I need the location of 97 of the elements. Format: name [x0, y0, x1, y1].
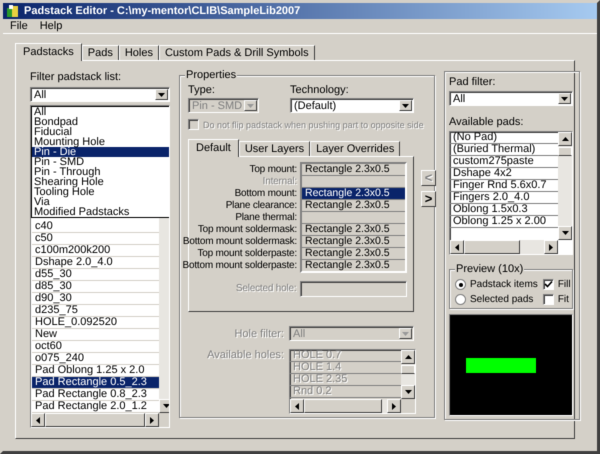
tab[interactable]: User Layers [238, 141, 310, 156]
layer-cell[interactable]: Rectangle 2.3x0.5 [302, 236, 405, 248]
layer-cell[interactable]: Rectangle 2.3x0.5 [302, 248, 405, 260]
caret-down-icon [561, 96, 568, 100]
dropdown-option[interactable]: All [32, 107, 169, 117]
list-item[interactable]: HOLE_0.092520 [32, 317, 159, 329]
scroll-left-icon [295, 402, 299, 410]
tab[interactable]: Holes [118, 45, 159, 60]
radio-label: Padstack items [470, 279, 538, 290]
filter-dropdown[interactable]: All [30, 87, 170, 102]
dropdown-option[interactable]: Tooling Hole [32, 187, 169, 197]
scroll-up-icon [562, 137, 568, 141]
scroll-left-icon [455, 244, 459, 250]
menu-item[interactable]: File [9, 20, 29, 32]
layer-label: Top mount soldermask: [198, 224, 297, 236]
radio-button[interactable] [455, 294, 466, 305]
scrollbar[interactable] [450, 240, 558, 254]
scroll-down-icon [562, 231, 568, 235]
list-item[interactable]: c50 [32, 233, 159, 245]
list-item[interactable]: Dshape 2.0_4.0 [32, 257, 159, 269]
layer-label: Bottom mount soldermask: [182, 236, 297, 248]
dropdown-option[interactable]: Via [32, 197, 169, 207]
hole-filter-label: Hole filter: [233, 328, 284, 340]
list-item[interactable]: c40 [32, 221, 159, 233]
list-item[interactable]: d55_30 [32, 269, 159, 281]
list-item[interactable]: c100m200k200 [32, 245, 159, 257]
checkbox-label: Fill [558, 279, 571, 290]
list-item[interactable]: o075_240 [32, 353, 159, 365]
pad-shape [466, 358, 536, 372]
technology-dropdown[interactable]: (Default) [290, 98, 414, 113]
group-title: Properties [185, 69, 238, 82]
check-icon [544, 280, 553, 289]
pad-filter-dropdown[interactable]: All [449, 91, 573, 106]
layer-cell[interactable]: Rectangle 2.3x0.5 [302, 200, 405, 212]
menu-item[interactable]: Help [38, 20, 64, 32]
window-title: Padstack Editor - C:\my-mentor\CLIB\SampleLib2007 [24, 4, 300, 17]
dropdown-option[interactable]: Pin - Die [32, 147, 169, 157]
list-item[interactable]: d90_30 [32, 293, 159, 305]
group-title: Preview (10x) [455, 263, 524, 276]
layer-label: Bottom mount: [234, 188, 297, 200]
list-item[interactable]: d235_75 [32, 305, 159, 317]
checkbox[interactable] [542, 279, 554, 290]
tab[interactable]: Pads [82, 45, 119, 60]
pad-filter-label: Pad filter: [449, 76, 496, 89]
dropdown-option[interactable]: Shearing Hole [32, 177, 169, 187]
available-pads-label: Available pads: [449, 116, 524, 129]
scroll-down-icon [404, 390, 412, 394]
dropdown-option[interactable]: Bondpad [32, 117, 169, 127]
checkbox-label: Fit [558, 294, 569, 305]
layer-cell[interactable]: Rectangle 2.3x0.5 [302, 224, 405, 236]
layer-cell[interactable]: Rectangle 2.3x0.5 [302, 164, 405, 176]
dropdown-option[interactable]: Pin - SMD [32, 157, 169, 167]
dropdown-option[interactable]: Modified Padstacks [32, 207, 169, 217]
scroll-right-icon [150, 416, 154, 424]
caret-down-icon [402, 332, 409, 336]
caret-down-icon [402, 104, 409, 108]
scroll-up-icon [404, 355, 412, 359]
technology-label: Technology: [290, 84, 350, 97]
list-item[interactable]: d85_30 [32, 281, 159, 293]
available-holes-label: Available holes: [206, 349, 284, 361]
list-item[interactable]: Pad Rectangle 0.8_2.3 [32, 389, 159, 401]
scroll-right-icon [549, 244, 553, 250]
dropdown-option[interactable]: Pin - Through [32, 167, 169, 177]
scrollbar[interactable] [558, 132, 572, 240]
filter-label: Filter padstack list: [30, 71, 122, 84]
tab[interactable]: Layer Overrides [310, 141, 400, 156]
layer-label: Bottom mount solderpaste: [182, 260, 297, 272]
layer-label: Plane thermal: [235, 212, 297, 224]
scroll-down-icon [162, 404, 169, 408]
radio-label: Selected pads [470, 294, 534, 305]
scroll-left-icon [36, 416, 40, 424]
layer-cell[interactable]: Rectangle 2.3x0.5 [302, 188, 405, 200]
layer-label: Internal: [262, 176, 297, 188]
caret-down-icon [247, 104, 254, 108]
scroll-thumb[interactable] [558, 147, 572, 156]
app-icon [6, 4, 20, 18]
dropdown-option[interactable]: Mounting Hole [32, 137, 169, 147]
scroll-right-icon [392, 402, 396, 410]
tab[interactable]: Custom Pads & Drill Symbols [158, 45, 315, 60]
type-label: Type: [188, 84, 216, 97]
list-item[interactable]: Pad Rectangle 0.5_2.3 [32, 377, 159, 389]
assign-button[interactable]: > [421, 191, 436, 207]
layer-cell[interactable]: Rectangle 2.3x0.5 [302, 260, 405, 271]
layer-label: Top mount: [250, 164, 297, 176]
tab[interactable]: Padstacks [15, 43, 82, 61]
scrollbar[interactable] [31, 413, 159, 427]
checkbox[interactable] [542, 294, 554, 305]
checkbox-label: Do not flip padstack when pushing part to opposite side [203, 120, 424, 130]
list-item[interactable]: New [32, 329, 159, 341]
tab[interactable]: Default [188, 139, 239, 157]
layer-label: Plane clearance: [226, 200, 297, 212]
selected-hole-label: Selected hole: [234, 283, 296, 295]
dropdown-option[interactable]: Fiducial [32, 127, 169, 137]
caret-down-icon [158, 92, 165, 96]
list-item[interactable]: oct60 [32, 341, 159, 353]
layer-label: Top mount solderpaste: [197, 248, 297, 260]
radio-button[interactable] [455, 279, 466, 290]
